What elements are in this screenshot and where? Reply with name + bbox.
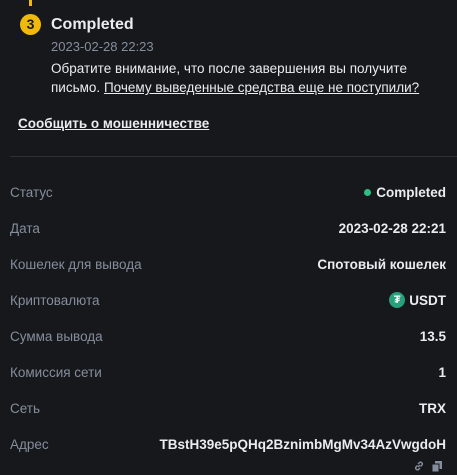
link-icon[interactable] — [413, 459, 425, 471]
status-dot-icon — [364, 188, 372, 196]
status-label: Статус — [10, 184, 53, 200]
address-value[interactable]: TBstH39e5pQHq2BznimbMgMv34AzVwgdoH — [159, 437, 446, 452]
amount-value: 13.5 — [419, 328, 446, 344]
detail-row-status: Статус Completed — [10, 181, 446, 203]
amount-label: Сумма вывода — [10, 328, 103, 344]
detail-row-fee: Комиссия сети 1 — [10, 361, 446, 383]
wallet-label: Кошелек для вывода — [10, 256, 142, 272]
crypto-label: Криптовалюта — [10, 292, 100, 308]
date-label: Дата — [10, 220, 40, 236]
progress-line — [29, 0, 32, 6]
status-value: Completed — [364, 185, 446, 200]
address-actions — [413, 459, 443, 473]
fee-label: Комиссия сети — [10, 364, 102, 380]
network-label: Сеть — [10, 400, 41, 416]
detail-row-network: Сеть TRX — [10, 397, 446, 419]
step-title: Completed — [51, 16, 134, 33]
fee-value: 1 — [438, 364, 446, 380]
divider — [10, 156, 457, 157]
crypto-text: USDT — [409, 292, 446, 308]
step-note: Обратите внимание, что после завершения … — [51, 59, 451, 97]
detail-row-crypto: Криптовалюта ₮ USDT — [10, 289, 446, 311]
status-text: Completed — [376, 184, 446, 200]
report-fraud-link[interactable]: Сообщить о мошенничестве — [18, 116, 209, 131]
network-value: TRX — [419, 400, 446, 416]
tether-icon: ₮ — [389, 292, 406, 308]
step-timestamp: 2023-02-28 22:23 — [51, 39, 154, 54]
address-label: Адрес — [10, 436, 49, 452]
date-value: 2023-02-28 22:21 — [338, 220, 446, 236]
detail-row-date: Дата 2023-02-28 22:21 — [10, 217, 446, 239]
step-number-badge: 3 — [20, 14, 41, 35]
copy-icon[interactable] — [431, 459, 443, 473]
detail-row-wallet: Кошелек для вывода Спотовый кошелек — [10, 253, 446, 275]
why-not-arrived-link[interactable]: Почему выведенные средства еще не поступ… — [104, 80, 419, 95]
detail-row-address: Адрес TBstH39e5pQHq2BznimbMgMv34AzVwgdoH — [10, 433, 446, 455]
wallet-value: Спотовый кошелек — [317, 256, 446, 272]
crypto-value: ₮ USDT — [389, 292, 446, 308]
detail-row-amount: Сумма вывода 13.5 — [10, 325, 446, 347]
